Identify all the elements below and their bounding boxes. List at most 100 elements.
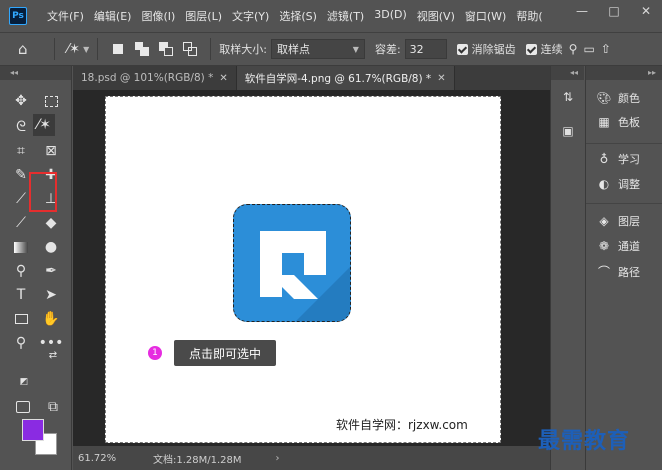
new-selection-icon[interactable] xyxy=(111,42,125,56)
workspace-icon[interactable]: ▭ xyxy=(583,42,594,56)
menu-3d[interactable]: 3D(D) xyxy=(374,8,407,24)
swap-colors-icon[interactable]: ⇄ xyxy=(46,348,60,362)
eraser-tool-icon[interactable]: ◆ xyxy=(40,212,62,234)
chevron-down-icon: ▼ xyxy=(352,44,359,54)
step-number-badge: 1 xyxy=(148,346,162,360)
menu-file[interactable]: 文件(F) xyxy=(47,8,84,24)
panel-label: 通道 xyxy=(618,240,640,253)
document-tabs: 18.psd @ 101%(RGB/8) * ✕ 软件自学网-4.png @ 6… xyxy=(73,66,550,90)
panel-icon-strip: ◂◂ ⇅ ▣ xyxy=(550,66,584,470)
contiguous-label: 连续 xyxy=(540,43,563,56)
menu-view[interactable]: 视图(V) xyxy=(417,8,455,24)
sample-size-label: 取样大小: xyxy=(219,43,267,56)
tolerance-input[interactable]: 32 xyxy=(404,39,447,59)
tools-panel: ◂◂ ✥ ᘓ ⁄✶ ⌗ ⊠ ✎ ✚ ⟋ ⊥ ⟋ ◆ ● ⚲ ✒ T ➤ ✋ ⚲ … xyxy=(0,66,72,470)
dodge-tool-icon[interactable]: ⚲ xyxy=(10,260,32,282)
anti-alias-label: 消除锯齿 xyxy=(471,43,516,56)
zoom-tool-icon[interactable]: ⚲ xyxy=(10,332,32,354)
active-tool-highlight xyxy=(29,172,57,212)
document-canvas[interactable]: 1 点击即可选中 软件自学网：rjzxw.com xyxy=(105,96,501,443)
menu-image[interactable]: 图像(I) xyxy=(141,8,175,24)
palette-icon: 🎨︎ xyxy=(596,91,612,105)
type-tool-icon[interactable]: T xyxy=(10,284,32,306)
adjust-icon: ◐ xyxy=(598,177,610,191)
menu-filter[interactable]: 滤镜(T) xyxy=(327,8,364,24)
contiguous-checkbox[interactable]: 连续 xyxy=(525,41,563,57)
default-colors-icon[interactable]: ◩ xyxy=(18,376,30,388)
chevron-down-icon[interactable]: ▼ xyxy=(83,45,89,54)
quick-mask-icon[interactable] xyxy=(12,396,34,418)
history-panel-icon[interactable]: ⇅ xyxy=(559,88,577,106)
lasso-tool-icon[interactable]: ᘓ xyxy=(10,116,32,138)
close-button[interactable]: ✕ xyxy=(630,0,662,22)
sample-size-select[interactable]: 取样点 ▼ xyxy=(270,39,365,59)
chevron-right-icon[interactable]: › xyxy=(276,453,280,464)
collapse-icon[interactable]: ◂◂ xyxy=(0,66,71,80)
panel-item-swatches[interactable]: ▦ 色板 xyxy=(596,114,640,130)
foreground-color-swatch[interactable] xyxy=(22,419,44,441)
path-selection-icon[interactable]: ➤ xyxy=(40,284,62,306)
tab-18-psd[interactable]: 18.psd @ 101%(RGB/8) * ✕ xyxy=(73,66,237,90)
anti-alias-checkbox[interactable]: 消除锯齿 xyxy=(456,41,516,57)
magic-wand-tool-icon[interactable]: ⁄✶ xyxy=(33,114,55,136)
blur-tool-icon[interactable]: ● xyxy=(40,236,62,258)
panel-label: 调整 xyxy=(618,178,640,191)
paths-icon: ⌒ xyxy=(597,265,610,279)
close-icon[interactable]: ✕ xyxy=(437,73,445,84)
panel-item-paths[interactable]: ⌒ 路径 xyxy=(596,263,640,280)
history-brush-icon[interactable]: ⟋ xyxy=(10,212,32,234)
panel-item-channels[interactable]: ❁ 通道 xyxy=(596,238,640,254)
checkbox-checked-icon xyxy=(456,43,468,55)
magic-wand-preset-icon[interactable]: ⁄✶ xyxy=(67,42,80,57)
tab-rjzxw-png[interactable]: 软件自学网-4.png @ 61.7%(RGB/8) * ✕ xyxy=(236,66,455,90)
subtract-selection-icon[interactable] xyxy=(159,42,174,56)
app-logo-image[interactable] xyxy=(233,204,351,322)
close-icon[interactable]: ✕ xyxy=(219,73,227,84)
menu-help[interactable]: 帮助( xyxy=(516,8,542,24)
bulb-icon: ♁ xyxy=(599,152,609,166)
status-bar: 61.72% 文档:1.28M/1.28M › xyxy=(73,446,550,470)
document-info: 文档:1.28M/1.28M xyxy=(153,454,242,466)
panel-item-learn[interactable]: ♁ 学习 xyxy=(596,151,640,167)
search-icon[interactable]: ⚲ xyxy=(569,42,578,56)
tab-label: 软件自学网-4.png @ 61.7%(RGB/8) * xyxy=(244,72,432,85)
crop-tool-icon[interactable]: ⌗ xyxy=(10,140,32,162)
pen-tool-icon[interactable]: ✒ xyxy=(40,260,62,282)
menu-type[interactable]: 文字(Y) xyxy=(232,8,269,24)
instruction-callout: 点击即可选中 xyxy=(174,340,276,366)
gradient-tool-icon[interactable] xyxy=(10,236,32,258)
add-selection-icon[interactable] xyxy=(135,42,150,56)
menu-layer[interactable]: 图层(L) xyxy=(185,8,222,24)
collapse-icon[interactable]: ◂◂ xyxy=(551,66,584,80)
divider xyxy=(97,38,99,60)
menu-window[interactable]: 窗口(W) xyxy=(465,8,506,24)
screen-mode-icon[interactable]: ⧉ xyxy=(42,396,64,418)
menu-edit[interactable]: 编辑(E) xyxy=(94,8,132,24)
panel-item-layers[interactable]: ◈ 图层 xyxy=(596,213,640,229)
menu-items: 文件(F) 编辑(E) 图像(I) 图层(L) 文字(Y) 选择(S) 滤镜(T… xyxy=(47,8,553,24)
zoom-level[interactable]: 61.72% xyxy=(75,449,127,467)
intersect-selection-icon[interactable] xyxy=(183,42,198,56)
panel-item-adjust[interactable]: ◐ 调整 xyxy=(596,176,640,192)
hand-tool-icon[interactable]: ✋ xyxy=(40,308,62,330)
menu-select[interactable]: 选择(S) xyxy=(279,8,317,24)
home-icon[interactable]: ⌂ xyxy=(18,40,46,58)
logo-mark-icon xyxy=(260,231,350,321)
minimize-button[interactable]: — xyxy=(566,0,598,22)
marquee-tool-icon[interactable] xyxy=(40,90,62,112)
divider xyxy=(54,38,55,60)
panel-item-color[interactable]: 🎨︎ 颜色 xyxy=(596,90,640,106)
panel-label: 图层 xyxy=(618,215,640,228)
properties-panel-icon[interactable]: ▣ xyxy=(559,122,577,140)
move-tool-icon[interactable]: ✥ xyxy=(10,90,32,112)
panel-label: 色板 xyxy=(618,116,640,129)
share-icon[interactable]: ⇧ xyxy=(601,42,611,56)
swatches-icon: ▦ xyxy=(598,115,610,129)
divider xyxy=(210,38,212,60)
maximize-button[interactable]: □ xyxy=(598,0,630,22)
canvas-workarea[interactable]: 1 点击即可选中 软件自学网：rjzxw.com xyxy=(73,90,550,446)
frame-tool-icon[interactable]: ⊠ xyxy=(40,140,62,162)
rectangle-tool-icon[interactable] xyxy=(10,308,32,330)
expand-icon[interactable]: ▸▸ xyxy=(586,66,662,80)
sample-size-value: 取样点 xyxy=(276,43,310,56)
